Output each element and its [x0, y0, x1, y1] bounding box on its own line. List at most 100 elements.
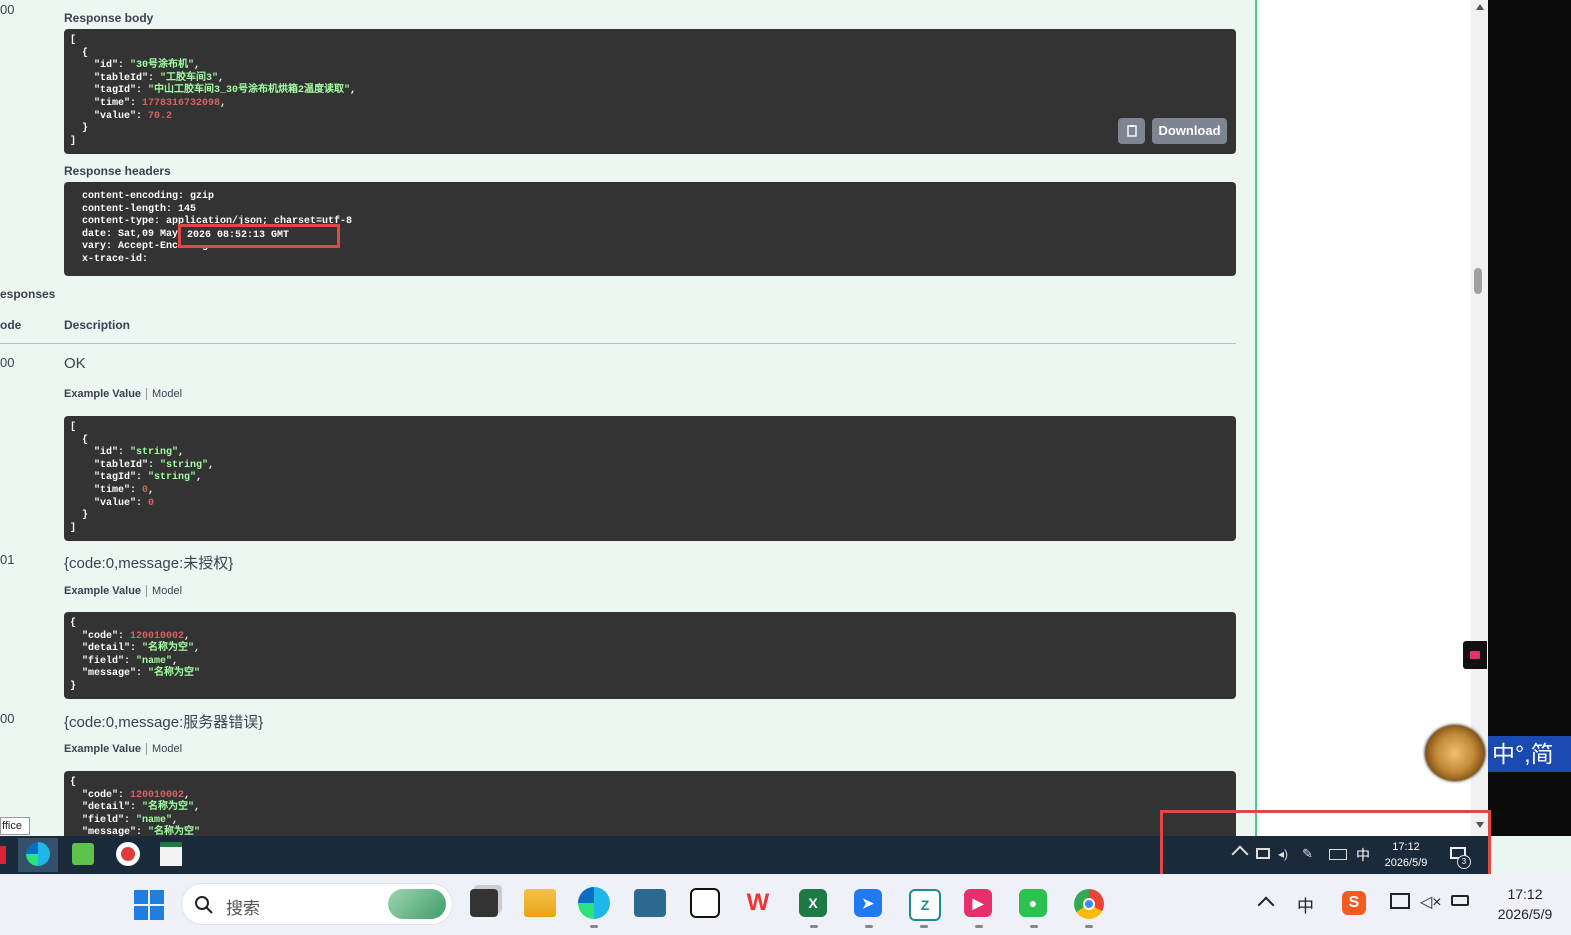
feishu-icon[interactable]: ➤ — [854, 889, 882, 917]
model-tab[interactable]: Model — [152, 743, 182, 755]
code-line: "detail": "名称为空", — [70, 643, 201, 655]
right-dark-area — [1488, 0, 1571, 836]
header-line: content-encoding: gzip — [70, 191, 215, 202]
windows-start-icon[interactable] — [134, 890, 164, 920]
code-line: "value": 0 — [70, 497, 155, 509]
example-500-json: { "code": 120010002, "detail": "名称为空", "… — [64, 771, 1236, 836]
vertical-scrollbar[interactable] — [1471, 0, 1488, 836]
taskbar-date: 2026/5/9 — [1497, 906, 1553, 922]
swagger-response-panel: 00 Response body [ { "id": "30号涂布机", "ta… — [0, 0, 1255, 836]
chrome-icon[interactable] — [1074, 889, 1104, 919]
example-500-code[interactable]: { "code": 120010002, "detail": "名称为空", "… — [64, 771, 1236, 836]
code-line: { — [70, 777, 77, 788]
wps-icon[interactable]: W — [744, 889, 772, 917]
running-indicator — [1085, 925, 1093, 928]
date-highlight-text: 2026 08:52:13 GMT — [187, 230, 290, 241]
header-line: x-trace-id: — [70, 253, 149, 265]
excel-icon[interactable]: X — [799, 889, 827, 917]
code-column-header: ode — [0, 318, 22, 332]
model-tab[interactable]: Model — [152, 585, 182, 597]
code-line: "tagId": "中山工胶车间3_30号涂布机烘箱2温度读取", — [70, 85, 357, 97]
reader-icon[interactable] — [690, 888, 720, 918]
copy-button[interactable] — [1118, 118, 1145, 144]
example-200-code[interactable]: [ { "id": "string", "tableId": "string",… — [64, 416, 1236, 541]
running-indicator — [590, 925, 598, 928]
model-tab[interactable]: Model — [152, 388, 182, 400]
code-line: "field": "name", — [70, 814, 179, 826]
download-button[interactable]: Download — [1152, 118, 1227, 144]
zhiyun-icon[interactable]: Z — [909, 889, 941, 921]
folder-icon — [1470, 651, 1480, 659]
scroll-thumb[interactable] — [1474, 268, 1482, 294]
calendar-app-icon[interactable] — [160, 842, 182, 866]
example-value-tab[interactable]: Example Value — [64, 743, 141, 755]
search-highlight-image — [388, 889, 446, 919]
response-body-code[interactable]: [ { "id": "30号涂布机", "tableId": "工胶车间3", … — [64, 29, 1236, 154]
response-body-title: Response body — [64, 11, 154, 25]
example-200-json: [ { "id": "string", "tableId": "string",… — [64, 416, 1236, 541]
ime-mascot-icon[interactable] — [1425, 725, 1485, 781]
running-indicator — [865, 925, 873, 928]
battery-icon[interactable] — [1451, 895, 1469, 906]
running-indicator — [975, 925, 983, 928]
example-value-tab[interactable]: Example Value — [64, 585, 141, 597]
code-line: ] — [70, 135, 77, 147]
windows-taskbar: 搜索 W X ➤ Z ▶ ● 中 S ◁× 17:12 2026/5/9 — [0, 874, 1571, 935]
remote-desktop-icon[interactable] — [634, 889, 666, 917]
ime-indicator[interactable]: 中 — [1297, 892, 1314, 917]
edge-icon[interactable] — [26, 842, 50, 866]
pink-app-icon[interactable]: ▶ — [964, 889, 992, 917]
cropped-app-icon[interactable] — [0, 846, 6, 864]
code-line: "code": 120010002, — [70, 789, 191, 801]
code-line: "detail": "名称为空", — [70, 802, 201, 814]
response-500-desc: {code:0,message:服务器错误} — [64, 714, 264, 731]
code-line: } — [70, 680, 77, 692]
code-line: { — [70, 434, 89, 446]
display-icon[interactable] — [1390, 893, 1410, 909]
code-line: "id": "30号涂布机", — [70, 60, 201, 72]
explorer-icon[interactable] — [524, 889, 556, 917]
response-headers-code[interactable]: content-encoding: gzip content-length: 1… — [64, 182, 1236, 276]
sogou-tray-icon[interactable]: S — [1342, 891, 1366, 915]
response-code-cropped: 00 — [0, 2, 15, 17]
side-floating-button[interactable] — [1463, 641, 1487, 669]
date-highlight-box: 2026 08:52:13 GMT — [178, 224, 340, 248]
file-manager-icon[interactable] — [72, 843, 94, 865]
wechat-icon[interactable]: ● — [1019, 889, 1047, 917]
sogou-icon[interactable] — [116, 842, 140, 866]
description-column-header: Description — [64, 318, 131, 332]
response-401-desc: {code:0,message:未授权} — [64, 555, 234, 572]
response-code-200: 00 — [0, 355, 15, 370]
example-model-tabs-500: Example Value Model — [64, 743, 182, 756]
response-code-401: 01 — [0, 552, 15, 567]
show-hidden-icons-icon[interactable] — [1257, 896, 1275, 914]
office-tooltip: ffice — [0, 817, 30, 835]
example-model-tabs-200: Example Value Model — [64, 388, 182, 401]
example-401-code[interactable]: { "code": 120010002, "detail": "名称为空", "… — [64, 612, 1236, 699]
taskbar-clock[interactable]: 17:12 2026/5/9 — [1486, 884, 1564, 924]
code-line: "code": 120010002, — [70, 630, 191, 642]
code-line: { — [70, 47, 89, 59]
code-line: "message": "名称为空" — [70, 668, 201, 680]
running-indicator — [810, 925, 818, 928]
taskbar-search-box[interactable]: 搜索 — [181, 883, 453, 925]
code-line: [ — [70, 35, 77, 46]
code-line: "value": 70.2 — [70, 110, 173, 122]
ime-status-bar[interactable]: 中°,简 — [1488, 736, 1571, 772]
copy-icon — [1126, 125, 1137, 137]
running-indicator — [1030, 925, 1038, 928]
example-value-tab[interactable]: Example Value — [64, 388, 141, 400]
response-200-desc: OK — [64, 355, 86, 372]
task-view-icon[interactable] — [470, 889, 498, 917]
header-divider — [0, 343, 1236, 344]
search-placeholder: 搜索 — [226, 899, 260, 918]
code-line: ] — [70, 522, 77, 534]
taskbar-time: 17:12 — [1507, 886, 1543, 902]
code-line: "field": "name", — [70, 655, 179, 667]
volume-muted-icon[interactable]: ◁× — [1420, 892, 1442, 912]
scroll-up-arrow-icon[interactable] — [1476, 4, 1484, 10]
edge-icon[interactable] — [578, 887, 610, 919]
example-401-json: { "code": 120010002, "detail": "名称为空", "… — [64, 612, 1236, 699]
header-line: content-length: 145 — [70, 203, 197, 215]
example-model-tabs-401: Example Value Model — [64, 585, 182, 598]
